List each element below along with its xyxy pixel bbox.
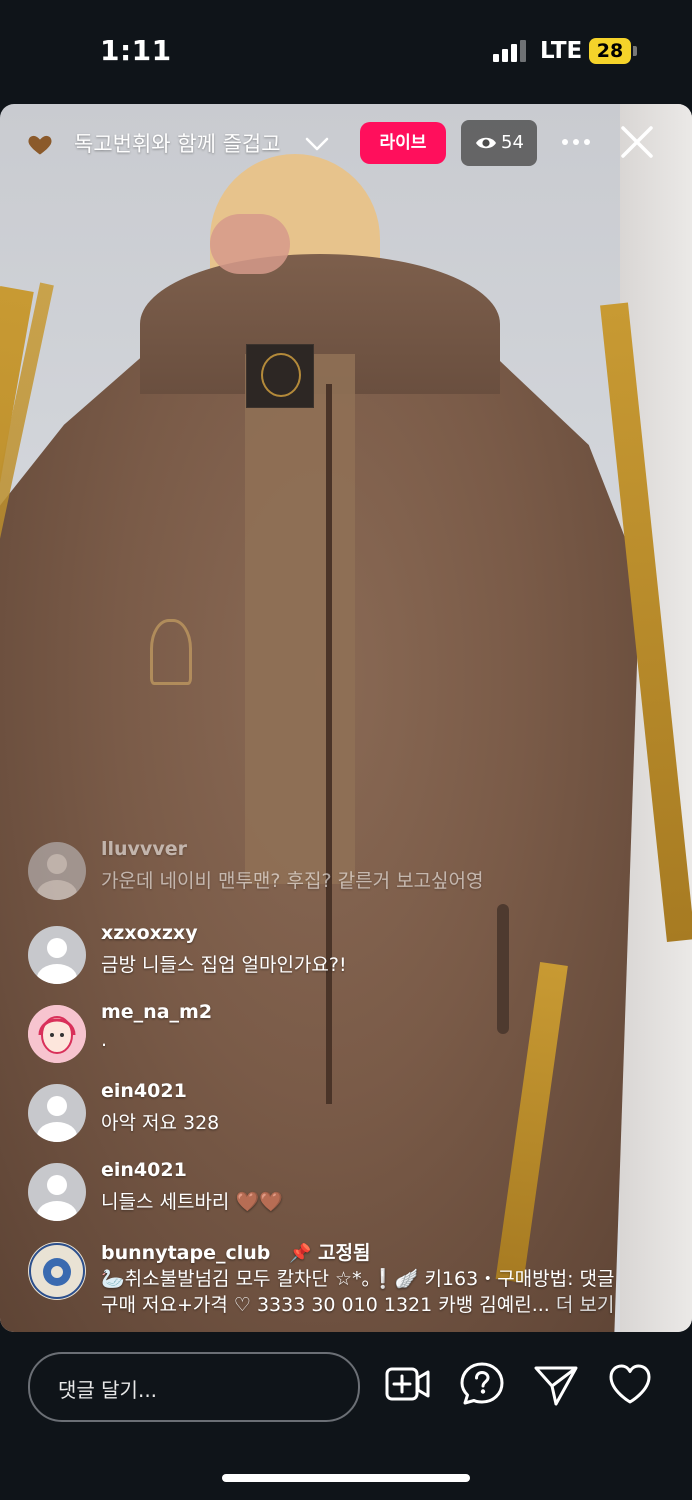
comment-text: 가운데 네이비 맨투맨? 후집? 같른거 보고싶어영 xyxy=(101,870,484,892)
add-video-icon[interactable] xyxy=(384,1360,432,1408)
send-icon[interactable] xyxy=(532,1360,580,1408)
pinned-comment-line1: 🦢취소불발넘김 모두 칼차단 ☆*｡❕🪽 키163・구매방법: 댓글 xyxy=(101,1268,615,1290)
avatar[interactable] xyxy=(28,1084,86,1142)
comment-placeholder: 댓글 달기... xyxy=(58,1378,158,1402)
avatar[interactable] xyxy=(28,926,86,984)
comment-item: ein4021 아악 저요 328 xyxy=(0,1080,692,1150)
comment-username[interactable]: ein4021 xyxy=(101,1159,187,1181)
pinned-comment: bunnytape_club 📌 고정됨 🦢취소불발넘김 모두 칼차단 ☆*｡❕… xyxy=(0,1238,692,1318)
comment-item: xzxoxzxy 금방 니들스 집업 얼마인가요?! xyxy=(0,922,692,992)
comment-username[interactable]: lluvvver xyxy=(101,838,187,860)
close-icon[interactable] xyxy=(617,122,657,162)
status-time: 1:11 xyxy=(100,34,172,67)
status-bar: 1:11 LTE 28 xyxy=(0,0,692,104)
comment-text: 금방 니들스 집업 얼마인가요?! xyxy=(101,954,347,976)
comment-item: lluvvver 가운데 네이비 맨투맨? 후집? 같른거 보고싶어영 xyxy=(0,838,692,908)
comment-input[interactable]: 댓글 달기... xyxy=(28,1352,360,1422)
comment-item: ein4021 니들스 세트바리 🤎🤎 xyxy=(0,1159,692,1229)
comment-text: . xyxy=(101,1029,108,1051)
comment-username[interactable]: xzxoxzxy xyxy=(101,922,198,944)
comment-item: me_na_m2 . xyxy=(0,1001,692,1071)
avatar[interactable] xyxy=(28,1005,86,1063)
viewer-count: 54 xyxy=(501,132,524,153)
comment-username[interactable]: ein4021 xyxy=(101,1080,187,1102)
home-indicator[interactable] xyxy=(222,1474,470,1482)
brand-label xyxy=(246,344,314,408)
live-header: 독고번휘와 함께 즐겁고 라이브 54 xyxy=(0,104,692,184)
avatar[interactable] xyxy=(28,1242,86,1300)
chevron-down-icon[interactable] xyxy=(303,132,331,156)
pinned-comment-line2-wrap: 구매 저요+가격 ♡ 3333 30 010 1321 카뱅 김예린... 더 … xyxy=(101,1290,614,1317)
network-type: LTE xyxy=(540,38,583,64)
see-more-link[interactable]: 더 보기 xyxy=(556,1294,614,1316)
heart-icon[interactable] xyxy=(606,1360,654,1408)
hand xyxy=(210,214,290,274)
comment-list[interactable]: lluvvver 가운데 네이비 맨투맨? 후집? 같른거 보고싶어영 xzxo… xyxy=(0,838,692,1318)
avatar[interactable] xyxy=(28,1163,86,1221)
pinned-username[interactable]: bunnytape_club xyxy=(101,1242,270,1264)
eye-icon xyxy=(476,137,496,149)
brown-heart-icon xyxy=(28,135,52,155)
comment-username[interactable]: me_na_m2 xyxy=(101,1001,212,1023)
signal-icon xyxy=(493,40,527,62)
pinned-comment-line2: 구매 저요+가격 ♡ 3333 30 010 1321 카뱅 김예린... xyxy=(101,1294,550,1316)
battery-tip xyxy=(633,46,637,56)
jacket-lining xyxy=(245,354,355,884)
battery-icon: 28 xyxy=(589,38,631,64)
bottom-bar: 댓글 달기... xyxy=(0,1332,692,1500)
live-title[interactable]: 독고번휘와 함께 즐겁고 xyxy=(74,128,296,158)
avatar[interactable] xyxy=(28,842,86,900)
more-options-icon[interactable] xyxy=(560,126,592,158)
live-badge: 라이브 xyxy=(360,122,446,164)
question-icon[interactable] xyxy=(458,1360,506,1408)
comment-username: bunnytape_club 📌 고정됨 xyxy=(101,1238,370,1265)
comment-text: 니들스 세트바리 🤎🤎 xyxy=(101,1191,283,1213)
viewer-count-badge[interactable]: 54 xyxy=(461,120,537,166)
pin-icon: 📌 xyxy=(288,1243,312,1264)
pinned-label: 고정됨 xyxy=(318,1242,371,1264)
comment-text: 아악 저요 328 xyxy=(101,1112,220,1134)
butterfly-emblem xyxy=(150,619,192,685)
